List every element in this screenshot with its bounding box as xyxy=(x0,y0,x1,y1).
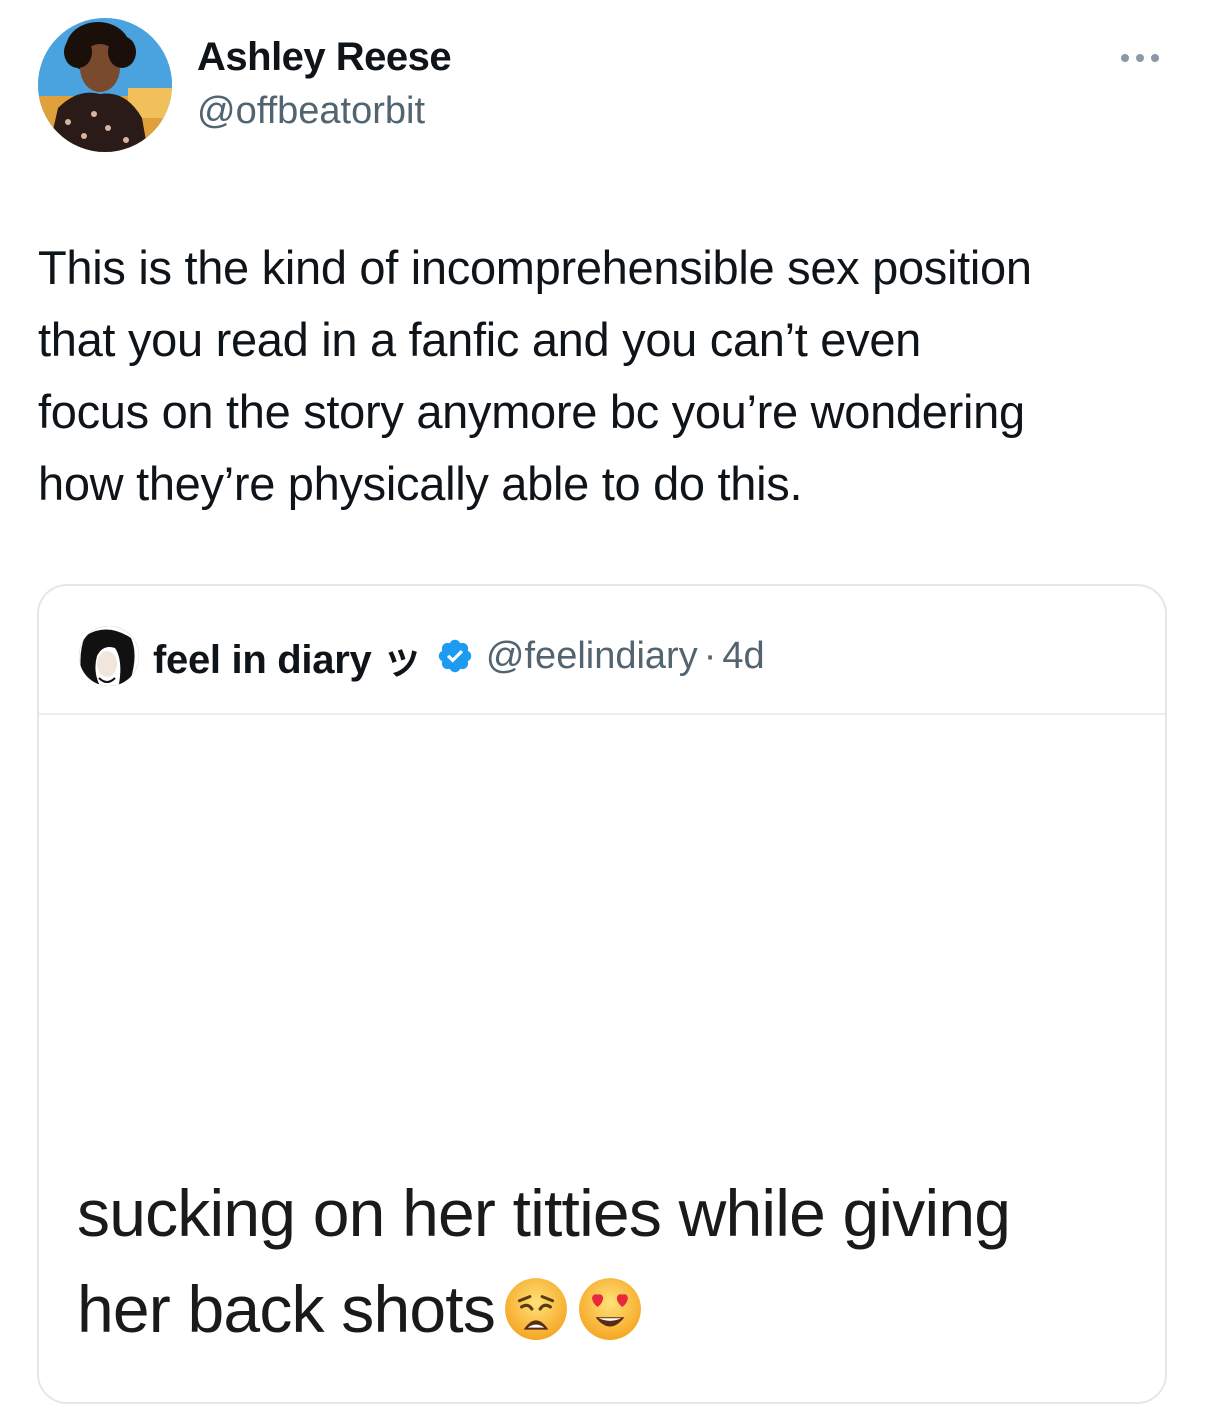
heart-eyes-emoji-icon xyxy=(579,1278,641,1340)
avatar-photo-icon xyxy=(38,18,172,152)
quoted-media[interactable]: sucking on her titties while giving her … xyxy=(39,715,1165,1402)
more-icon[interactable] xyxy=(1112,46,1168,70)
author-info: Ashley Reese @offbeatorbit xyxy=(197,32,452,136)
quoted-tweet[interactable]: feel in diary ッ @feelindiary · 4d suckin… xyxy=(37,584,1167,1404)
avatar-drawing-icon xyxy=(79,626,139,686)
quoted-author-handle[interactable]: @feelindiary xyxy=(486,635,698,678)
quoted-media-text: sucking on her titties while giving her … xyxy=(77,1165,1137,1357)
quoted-tweet-header: feel in diary ッ @feelindiary · 4d xyxy=(79,624,765,688)
more-dot xyxy=(1121,54,1129,62)
quoted-author-display-name[interactable]: feel in diary ッ xyxy=(153,627,422,685)
author-handle[interactable]: @offbeatorbit xyxy=(197,86,451,136)
author-display-name[interactable]: Ashley Reese xyxy=(197,32,452,82)
quoted-author-avatar[interactable] xyxy=(79,626,139,686)
more-dot xyxy=(1151,54,1159,62)
quoted-timestamp[interactable]: 4d xyxy=(722,635,764,678)
more-dot xyxy=(1136,54,1144,62)
author-avatar[interactable] xyxy=(38,18,172,152)
tweet: Ashley Reese @offbeatorbit This is the k… xyxy=(0,0,1206,1404)
verified-badge-icon xyxy=(438,639,472,673)
tweet-text: This is the kind of incomprehensible sex… xyxy=(38,241,1032,510)
weary-face-emoji-icon xyxy=(505,1278,567,1340)
separator-dot: · xyxy=(703,634,717,677)
